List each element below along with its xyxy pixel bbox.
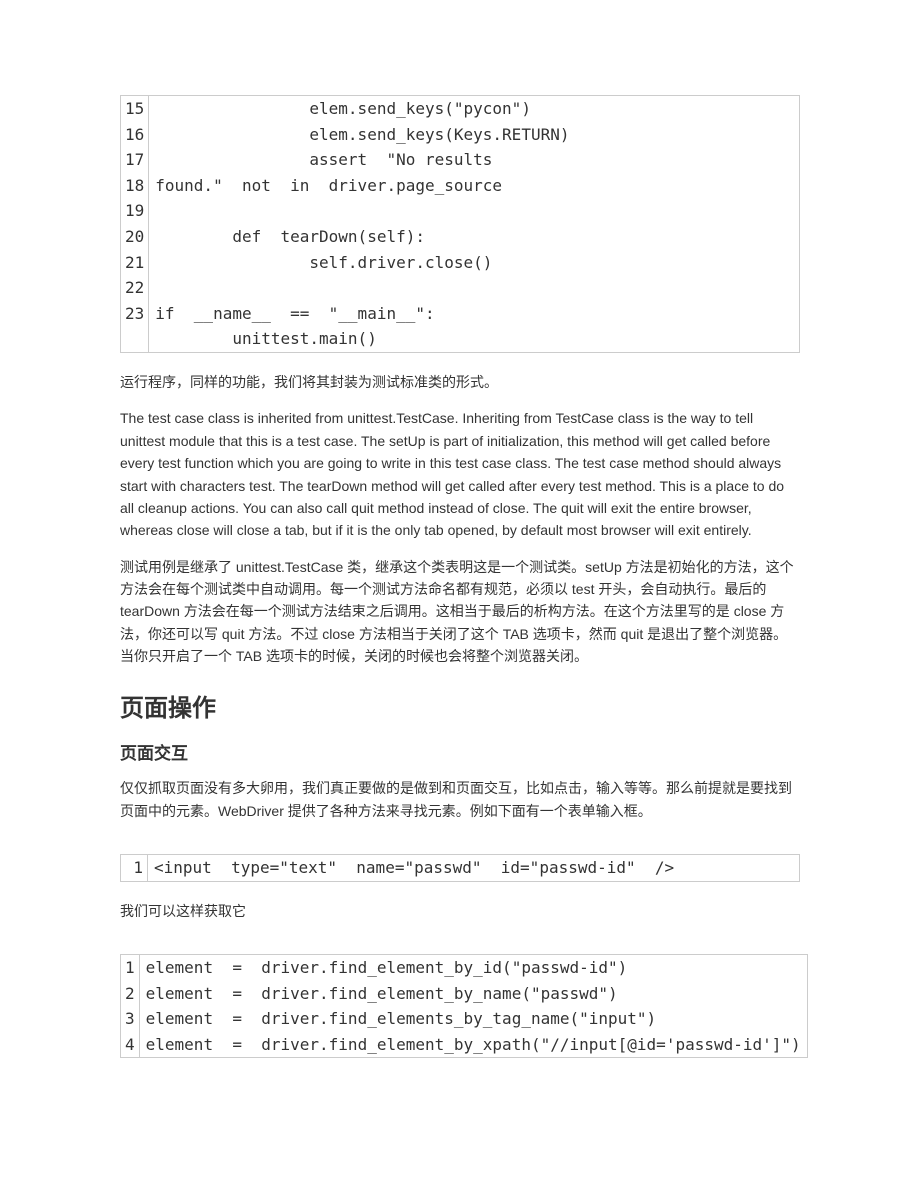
code-line: assert "No results	[149, 147, 800, 173]
line-number: 21	[121, 250, 149, 276]
line-number: 4	[121, 1032, 140, 1058]
line-number	[121, 326, 149, 352]
line-number: 3	[121, 1006, 140, 1032]
line-number: 17	[121, 147, 149, 173]
code-line	[149, 275, 800, 301]
code-line: elem.send_keys(Keys.RETURN)	[149, 122, 800, 148]
line-number: 2	[121, 981, 140, 1007]
line-number: 18	[121, 173, 149, 199]
code-line: def tearDown(self):	[149, 224, 800, 250]
code-line: self.driver.close()	[149, 250, 800, 276]
code-line: element = driver.find_element_by_name("p…	[139, 981, 807, 1007]
code-line: elem.send_keys("pycon")	[149, 96, 800, 122]
code-block-3: 1element = driver.find_element_by_id("pa…	[120, 954, 808, 1058]
line-number: 16	[121, 122, 149, 148]
line-number: 19	[121, 198, 149, 224]
paragraph-3: 测试用例是继承了 unittest.TestCase 类，继承这个类表明这是一个…	[120, 556, 800, 668]
paragraph-1: 运行程序，同样的功能，我们将其封装为测试标准类的形式。	[120, 371, 800, 393]
code-line: if __name__ == "__main__":	[149, 301, 800, 327]
heading-page-operations: 页面操作	[120, 690, 800, 728]
code-block-1: 15 elem.send_keys("pycon")16 elem.send_k…	[120, 95, 800, 353]
code-line: element = driver.find_elements_by_tag_na…	[139, 1006, 807, 1032]
code-line: <input type="text" name="passwd" id="pas…	[148, 854, 800, 881]
code-block-2: 1<input type="text" name="passwd" id="pa…	[120, 854, 800, 882]
line-number: 23	[121, 301, 149, 327]
code-line: element = driver.find_element_by_id("pas…	[139, 954, 807, 980]
line-number: 15	[121, 96, 149, 122]
code-line: found." not in driver.page_source	[149, 173, 800, 199]
code-line: element = driver.find_element_by_xpath("…	[139, 1032, 807, 1058]
paragraph-4: 仅仅抓取页面没有多大卵用，我们真正要做的是做到和页面交互，比如点击，输入等等。那…	[120, 777, 800, 822]
paragraph-5: 我们可以这样获取它	[120, 900, 800, 922]
paragraph-2: The test case class is inherited from un…	[120, 407, 800, 541]
line-number: 20	[121, 224, 149, 250]
line-number: 1	[121, 854, 148, 881]
line-number: 1	[121, 954, 140, 980]
code-line: unittest.main()	[149, 326, 800, 352]
heading-page-interaction: 页面交互	[120, 740, 800, 767]
line-number: 22	[121, 275, 149, 301]
code-line	[149, 198, 800, 224]
